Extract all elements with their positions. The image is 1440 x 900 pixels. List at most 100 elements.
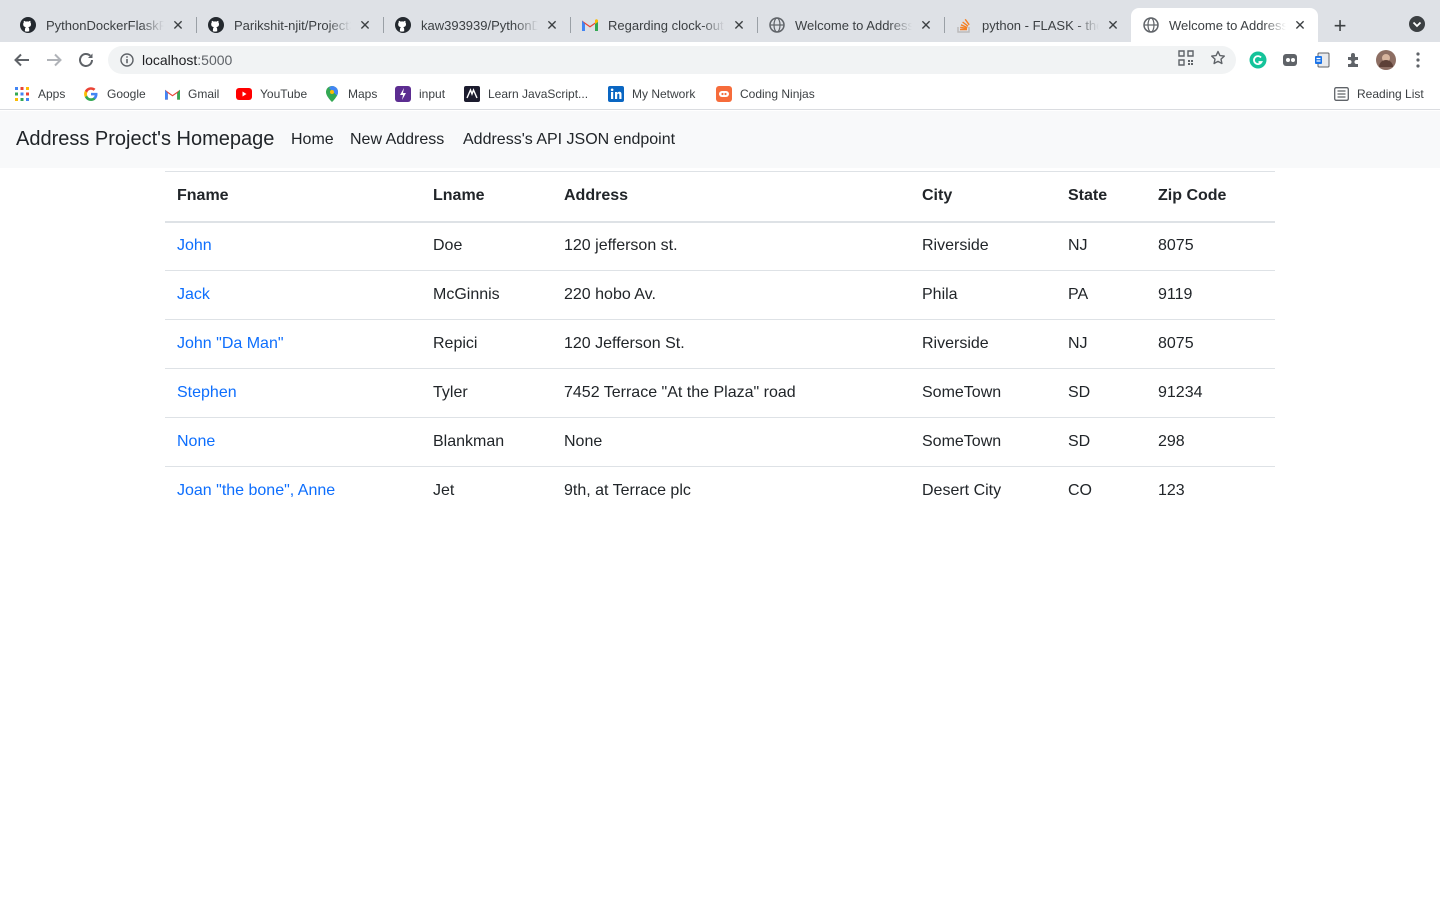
bookmark-label: Gmail	[188, 87, 220, 101]
globe-icon	[769, 17, 785, 33]
nav-link-api-json[interactable]: Address's API JSON endpoint	[463, 131, 675, 149]
input-icon	[395, 86, 411, 102]
bookmark-label: Apps	[38, 87, 66, 101]
nav-link-new-address[interactable]: New Address	[350, 131, 444, 149]
browser-tab[interactable]: PythonDockerFlaskPy ✕	[8, 8, 197, 42]
extensions-puzzle-icon[interactable]	[1344, 50, 1364, 70]
fname-link[interactable]: Joan "the bone", Anne	[177, 482, 335, 499]
close-icon[interactable]: ✕	[918, 17, 934, 33]
bookmark-apps[interactable]: Apps	[14, 85, 65, 103]
cell-city: Riverside	[910, 221, 1056, 271]
bookmark-my-network[interactable]: My Network	[608, 85, 695, 103]
extension-icon[interactable]	[1280, 50, 1300, 70]
back-button[interactable]	[10, 48, 34, 72]
bookmark-label: Google	[107, 87, 146, 101]
bookmark-google[interactable]: Google	[83, 85, 146, 103]
column-header-address: Address	[552, 171, 910, 223]
browser-tab-active[interactable]: Welcome to Address ✕	[1131, 8, 1318, 42]
cell-address: 220 hobo Av.	[552, 270, 910, 320]
globe-icon	[1143, 17, 1159, 33]
cell-state: CO	[1068, 482, 1092, 500]
tab-title: Parikshit-njit/Project3	[234, 17, 351, 33]
reading-list-label: Reading List	[1357, 87, 1424, 101]
browser-tab[interactable]: Welcome to Address ✕	[757, 8, 945, 42]
url-text[interactable]: localhost:5000	[142, 52, 232, 68]
navbar-brand[interactable]: Address Project's Homepage	[16, 128, 274, 151]
bookmark-coding-ninjas[interactable]: Coding Ninjas	[716, 85, 815, 103]
cell-zip: 8075	[1146, 319, 1275, 369]
tab-title: python - FLASK - the	[982, 17, 1099, 33]
column-header-zip: Zip Code	[1146, 171, 1275, 223]
fname-link[interactable]: John "Da Man"	[177, 335, 284, 352]
close-icon[interactable]: ✕	[1105, 17, 1121, 33]
browser-tab[interactable]: Parikshit-njit/Project3 ✕	[196, 8, 384, 42]
bookmark-learn-javascript[interactable]: Learn JavaScript...	[464, 85, 588, 103]
close-icon[interactable]: ✕	[544, 17, 560, 33]
github-icon	[20, 17, 36, 33]
apps-grid-icon	[14, 86, 30, 102]
forward-button[interactable]	[42, 48, 66, 72]
cell-lname: Repici	[421, 319, 552, 369]
cell-zip: 123	[1158, 482, 1185, 500]
table-row: John "Da Man" Repici 120 Jefferson St. R…	[165, 319, 1275, 369]
close-icon[interactable]: ✕	[1292, 17, 1308, 33]
fname-link[interactable]: None	[177, 433, 215, 450]
profile-avatar[interactable]	[1376, 50, 1396, 70]
qr-code-icon[interactable]	[1176, 48, 1196, 68]
fname-link[interactable]: Jack	[177, 286, 210, 303]
maps-icon	[324, 86, 340, 102]
cell-fname: None	[165, 417, 421, 467]
url-port: :5000	[197, 52, 233, 68]
browser-tab[interactable]: python - FLASK - the ✕	[944, 8, 1131, 42]
fname-link[interactable]: John	[177, 237, 212, 254]
tab-title: Welcome to Address	[795, 17, 912, 33]
cell-state: NJ	[1056, 319, 1146, 369]
github-icon	[208, 17, 224, 33]
cell-zip: 9119	[1146, 270, 1275, 320]
reading-list-icon	[1333, 86, 1349, 102]
browser-tab[interactable]: kaw393939/PythonD ✕	[383, 8, 571, 42]
cell-city: Riverside	[910, 319, 1056, 369]
forward-arrow-icon	[47, 53, 62, 67]
address-table: Fname Lname Address City State Zip Code …	[165, 171, 1275, 516]
fname-link[interactable]: Stephen	[177, 384, 237, 401]
column-header-state: State	[1056, 171, 1146, 223]
site-navbar: Address Project's Homepage Home New Addr…	[0, 111, 1440, 168]
bookmark-input[interactable]: input	[395, 85, 445, 103]
cell-state: NJ	[1056, 221, 1146, 271]
nav-link-home[interactable]: Home	[291, 131, 334, 149]
cell-fname: Jack	[165, 270, 421, 320]
reading-list-button[interactable]: Reading List	[1333, 85, 1424, 103]
bookmark-label: My Network	[632, 87, 696, 101]
bookmark-maps[interactable]: Maps	[324, 85, 377, 103]
close-icon[interactable]: ✕	[170, 17, 186, 33]
info-icon[interactable]	[120, 53, 134, 67]
bookmark-star-icon[interactable]	[1208, 48, 1228, 68]
table-header-row: Fname Lname Address City State Zip Code	[165, 171, 1275, 223]
table-row: John Doe 120 jefferson st. Riverside NJ …	[165, 221, 1275, 271]
bookmark-label: Learn JavaScript...	[488, 87, 589, 101]
cell-address: 120 jefferson st.	[552, 221, 910, 271]
tab-search-icon[interactable]	[1408, 15, 1426, 33]
close-icon[interactable]: ✕	[357, 17, 373, 33]
bookmark-youtube[interactable]: YouTube	[236, 85, 307, 103]
close-icon[interactable]: ✕	[731, 17, 747, 33]
youtube-icon	[236, 86, 252, 102]
cell-address: None	[552, 417, 910, 467]
browser-tab[interactable]: Regarding clock-out ✕	[570, 8, 758, 42]
cell-lname: Blankman	[421, 417, 552, 467]
menu-kebab-icon[interactable]	[1408, 50, 1428, 70]
address-bar[interactable]: localhost:5000	[108, 46, 1236, 74]
cell-state: SD	[1056, 368, 1146, 418]
tab-strip: PythonDockerFlaskPy ✕ Parikshit-njit/Pro…	[0, 0, 1440, 42]
cell-fname: John "Da Man"	[165, 319, 421, 369]
new-tab-button[interactable]: +	[1326, 12, 1354, 40]
bookmark-label: YouTube	[260, 87, 308, 101]
grammarly-extension-icon[interactable]	[1248, 50, 1268, 70]
cell-state: PA	[1056, 270, 1146, 320]
bookmark-gmail[interactable]: Gmail	[164, 85, 219, 103]
gmail-icon	[582, 17, 598, 33]
github-icon	[395, 17, 411, 33]
reload-button[interactable]	[74, 48, 98, 72]
extension-icon[interactable]	[1312, 50, 1332, 70]
